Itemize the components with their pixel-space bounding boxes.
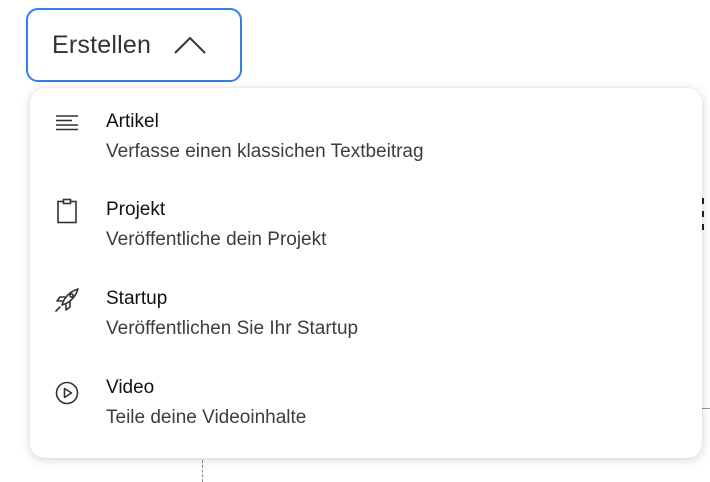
menu-item-projekt[interactable]: Projekt Veröffentliche dein Projekt bbox=[30, 176, 702, 256]
menu-item-description: Teile deine Videoinhalte bbox=[106, 407, 307, 428]
menu-item-video[interactable]: Video Teile deine Videoinhalte bbox=[30, 354, 702, 434]
menu-item-title: Artikel bbox=[106, 111, 159, 132]
menu-item-artikel[interactable]: Artikel Verfasse einen klassichen Textbe… bbox=[30, 88, 702, 168]
rocket-icon bbox=[54, 287, 80, 313]
create-button-label: Erstellen bbox=[52, 30, 152, 59]
background-dashed-line bbox=[202, 460, 203, 482]
text-lines-icon bbox=[54, 110, 80, 136]
play-circle-icon bbox=[54, 380, 80, 406]
menu-item-description: Veröffentliche dein Projekt bbox=[106, 229, 327, 250]
clipboard-icon bbox=[54, 198, 80, 224]
menu-item-title: Startup bbox=[106, 288, 168, 309]
create-dropdown-menu: Artikel Verfasse einen klassichen Textbe… bbox=[30, 88, 702, 458]
menu-item-description: Veröffentlichen Sie Ihr Startup bbox=[106, 318, 359, 339]
menu-item-title: Video bbox=[106, 377, 155, 398]
chevron-up-icon bbox=[174, 36, 206, 54]
menu-item-startup[interactable]: Startup Veröffentlichen Sie Ihr Startup bbox=[30, 265, 702, 345]
menu-item-title: Projekt bbox=[106, 199, 166, 220]
create-button[interactable]: Erstellen bbox=[26, 8, 242, 82]
menu-item-description: Verfasse einen klassichen Textbeitrag bbox=[106, 141, 424, 162]
